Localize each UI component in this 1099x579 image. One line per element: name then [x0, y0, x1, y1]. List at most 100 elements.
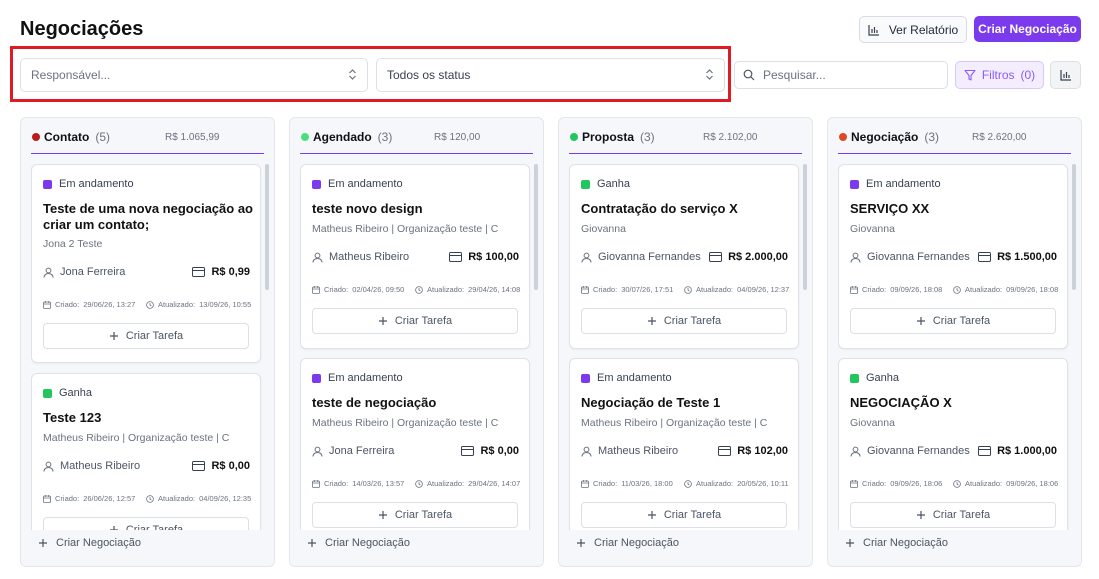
- column-card-list[interactable]: Ganha Contratação do serviço X Giovanna Gio…: [569, 164, 808, 530]
- create-task-label: Criar Tarefa: [932, 509, 991, 521]
- updated-date: Atualizado: 04/09/26, 12:35: [146, 494, 251, 503]
- status-color-square: [312, 179, 321, 189]
- create-task-label: Criar Tarefa: [932, 315, 991, 327]
- status-color-square: [850, 179, 859, 189]
- user-icon-graphic: [581, 446, 592, 457]
- deal-card[interactable]: Em andamento SERVIÇO XX Giovanna Giovanna F…: [838, 164, 1068, 349]
- wallet-icon-graphic: [192, 267, 206, 277]
- deal-dates: Criado: 09/09/26, 18:08 Atualizado: 09/09/2…: [850, 285, 1061, 295]
- create-task-button[interactable]: Criar Tarefa: [581, 308, 787, 334]
- plus-icon: [109, 525, 119, 530]
- scrollbar-thumb[interactable]: [265, 164, 269, 290]
- status-select[interactable]: Todos os status: [376, 58, 725, 92]
- deal-card[interactable]: Em andamento teste de negociação Matheus R…: [300, 358, 530, 530]
- status-color-square: [312, 373, 321, 383]
- created-date: Criado: 02/04/26, 09:50: [312, 285, 404, 294]
- deal-subtitle: Giovanna: [850, 417, 895, 429]
- clock-icon-graphic: [953, 479, 961, 488]
- search-input[interactable]: [763, 68, 933, 82]
- calendar-icon-graphic: [850, 285, 858, 294]
- column-name: Negociação: [851, 130, 919, 144]
- status-select-value: Todos os status: [387, 68, 471, 82]
- create-task-button[interactable]: Criar Tarefa: [312, 308, 518, 334]
- plus-icon: [845, 538, 855, 548]
- calendar-icon: [850, 479, 858, 488]
- updated-date: Atualizado: 09/09/26, 18:06: [953, 479, 1058, 488]
- scrollbar-thumb[interactable]: [534, 164, 538, 290]
- status-label: Ganha: [866, 372, 900, 384]
- user-icon: [43, 267, 54, 278]
- updated-date: Atualizado: 20/05/26, 10:11: [684, 479, 789, 488]
- create-task-button[interactable]: Criar Tarefa: [850, 308, 1056, 334]
- status-badge: Em andamento: [312, 178, 403, 190]
- chart-view-button[interactable]: [1050, 61, 1081, 89]
- deal-subtitle: Jona 2 Teste: [43, 238, 103, 250]
- user-icon: [312, 446, 323, 457]
- scrollbar-thumb[interactable]: [1072, 164, 1076, 290]
- deal-info-row: Matheus Ribeiro R$ 100,00: [312, 251, 519, 265]
- column-card-list[interactable]: Em andamento Teste de uma nova negociação…: [31, 164, 270, 530]
- bar-chart-icon: [1059, 69, 1072, 81]
- created-label: Criado:: [324, 285, 349, 294]
- deal-owner: Jona Ferreira: [43, 266, 125, 278]
- create-task-button[interactable]: Criar Tarefa: [581, 502, 787, 528]
- kanban-column: Proposta (3) R$ 2.102,00 Ganha Contratação d…: [558, 117, 813, 567]
- plus-icon-graphic: [916, 511, 925, 519]
- created-value: 14/03/26, 13:57: [352, 479, 405, 488]
- create-task-button[interactable]: Criar Tarefa: [312, 502, 518, 528]
- deal-card[interactable]: Em andamento teste novo design Matheus Rib…: [300, 164, 530, 349]
- deal-card[interactable]: Em andamento Teste de uma nova negociação…: [31, 164, 261, 363]
- filters-button[interactable]: Filtros (0): [955, 61, 1044, 89]
- deal-dates: Criado: 14/03/26, 13:57 Atualizado: 29/04/2…: [312, 479, 523, 489]
- plus-icon: [307, 538, 317, 548]
- column-card-list[interactable]: Em andamento SERVIÇO XX Giovanna Giovanna F…: [838, 164, 1077, 530]
- status-badge: Ganha: [43, 387, 92, 399]
- wallet-icon: [192, 461, 206, 471]
- calendar-icon: [312, 479, 320, 488]
- column-title: Agendado (3): [313, 130, 392, 144]
- bar-chart-icon: [868, 24, 880, 36]
- responsible-select[interactable]: Responsável...: [20, 58, 368, 92]
- create-deal-button[interactable]: Criar Negociação: [974, 16, 1081, 42]
- created-value: 29/06/26, 13:27: [83, 300, 136, 309]
- view-report-button[interactable]: Ver Relatório: [859, 16, 967, 43]
- plus-icon: [916, 316, 926, 326]
- deal-card[interactable]: Ganha NEGOCIAÇÃO X Giovanna Giovanna Fernan…: [838, 358, 1068, 530]
- deal-card[interactable]: Em andamento Negociação de Teste 1 Matheus…: [569, 358, 799, 530]
- plus-icon-graphic: [577, 539, 585, 547]
- deal-card[interactable]: Ganha Teste 123 Matheus Ribeiro | Organiza…: [31, 373, 261, 530]
- deal-subtitle: Matheus Ribeiro | Organização teste | C: [581, 417, 768, 429]
- create-deal-in-column-button[interactable]: Criar Negociação: [845, 537, 948, 549]
- create-deal-in-column-button[interactable]: Criar Negociação: [38, 537, 141, 549]
- calendar-icon: [43, 300, 51, 309]
- create-task-button[interactable]: Criar Tarefa: [43, 517, 249, 530]
- status-label: Em andamento: [328, 178, 403, 190]
- updated-label: Atualizado:: [427, 285, 465, 294]
- column-header: Negociação (3) R$ 2.620,00: [838, 128, 1071, 154]
- status-label: Em andamento: [866, 178, 941, 190]
- clock-icon: [953, 479, 961, 488]
- created-date: Criado: 30/07/26, 17:51: [581, 285, 673, 294]
- plus-icon: [647, 316, 657, 326]
- deal-title: Teste 123: [43, 410, 102, 425]
- create-deal-in-column-button[interactable]: Criar Negociação: [307, 537, 410, 549]
- updated-value: 04/09/26, 12:37: [737, 285, 790, 294]
- scrollbar-thumb[interactable]: [803, 164, 807, 290]
- clock-icon-graphic: [146, 494, 154, 503]
- create-deal-in-column-button[interactable]: Criar Negociação: [576, 537, 679, 549]
- deal-card[interactable]: Ganha Contratação do serviço X Giovanna Gio…: [569, 164, 799, 349]
- deal-owner-name: Matheus Ribeiro: [598, 445, 679, 457]
- create-task-button[interactable]: Criar Tarefa: [43, 323, 249, 349]
- calendar-icon: [581, 285, 589, 294]
- deal-subtitle: Giovanna: [850, 223, 895, 235]
- create-deal-in-column-label: Criar Negociação: [325, 537, 410, 549]
- created-value: 26/06/26, 12:57: [83, 494, 136, 503]
- search-box[interactable]: [734, 61, 948, 89]
- updated-value: 29/04/26, 14:07: [468, 479, 521, 488]
- deal-owner: Giovanna Fernandes: [850, 251, 970, 263]
- column-card-list[interactable]: Em andamento teste novo design Matheus Rib…: [300, 164, 539, 530]
- create-task-button[interactable]: Criar Tarefa: [850, 502, 1056, 528]
- clock-icon: [415, 479, 423, 488]
- created-label: Criado:: [593, 285, 618, 294]
- clock-icon-graphic: [953, 285, 961, 294]
